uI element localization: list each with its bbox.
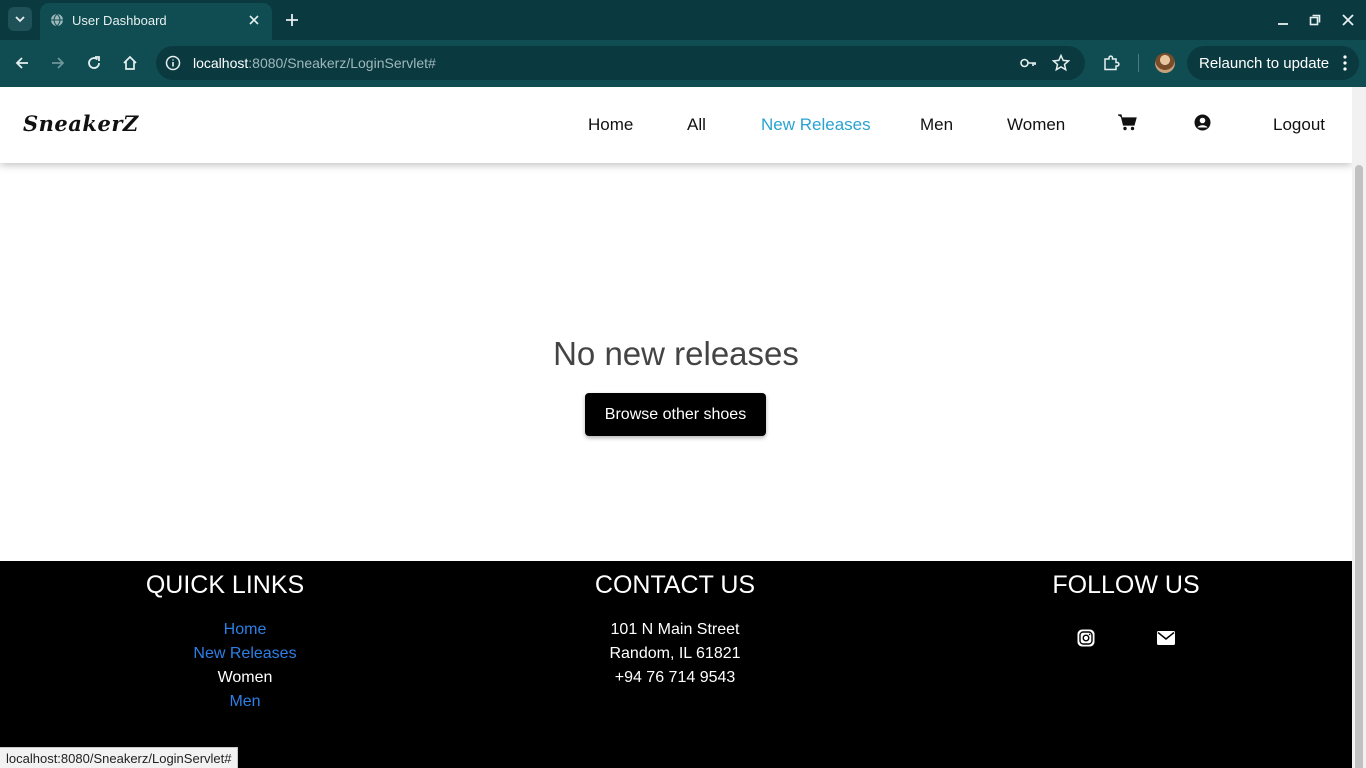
footer-link-new-releases[interactable]: New Releases xyxy=(145,645,345,663)
mail-icon[interactable] xyxy=(1156,628,1176,648)
globe-icon xyxy=(51,13,63,27)
url-host: localhost xyxy=(193,55,249,71)
relaunch-label: Relaunch to update xyxy=(1199,54,1330,72)
status-bar-url: localhost:8080/Sneakerz/LoginServlet# xyxy=(0,747,239,768)
minimize-icon[interactable] xyxy=(1273,10,1293,30)
nav-new-releases[interactable]: New Releases xyxy=(761,115,871,135)
password-key-icon[interactable] xyxy=(1019,54,1037,72)
forward-arrow-icon[interactable] xyxy=(47,52,69,74)
extensions-puzzle-icon[interactable] xyxy=(1100,52,1122,74)
contact-address-line1: 101 N Main Street xyxy=(610,621,740,638)
nav-women[interactable]: Women xyxy=(1007,115,1065,135)
nav-logout[interactable]: Logout xyxy=(1273,115,1325,135)
tab-title: User Dashboard xyxy=(72,13,167,28)
url-text: localhost:8080/Sneakerz/LoginServlet# xyxy=(193,55,436,71)
browser-toolbar: localhost:8080/Sneakerz/LoginServlet# Re… xyxy=(0,40,1366,87)
site-logo[interactable]: SneakerZ xyxy=(23,111,139,136)
toolbar-divider xyxy=(1138,54,1139,72)
footer-link-home[interactable]: Home xyxy=(145,621,345,639)
quick-links-title: QUICK LINKS xyxy=(145,571,305,599)
new-tab-icon[interactable] xyxy=(282,10,302,30)
url-path: :8080/Sneakerz/LoginServlet# xyxy=(248,55,436,71)
footer-link-women[interactable]: Women xyxy=(145,669,345,687)
site-header: SneakerZ Home All New Releases Men Women… xyxy=(0,87,1352,163)
web-page: SneakerZ Home All New Releases Men Women… xyxy=(0,87,1352,768)
home-icon[interactable] xyxy=(119,52,141,74)
nav-men[interactable]: Men xyxy=(920,115,953,135)
bookmark-star-icon[interactable] xyxy=(1052,54,1070,72)
restore-icon[interactable] xyxy=(1305,10,1325,30)
nav-home[interactable]: Home xyxy=(588,115,633,135)
contact-address-line2: Random, IL 61821 xyxy=(609,645,741,662)
chevron-down-icon xyxy=(15,16,25,23)
empty-state-heading: No new releases xyxy=(553,335,799,372)
footer-link-men[interactable]: Men xyxy=(145,693,345,711)
site-info-icon[interactable] xyxy=(165,55,181,71)
instagram-icon[interactable] xyxy=(1076,628,1096,648)
user-account-icon[interactable] xyxy=(1192,112,1212,132)
follow-us-title: FOLLOW US xyxy=(1052,571,1200,599)
page-scrollbar[interactable] xyxy=(1352,87,1366,768)
profile-avatar[interactable] xyxy=(1155,53,1175,73)
address-bar[interactable]: localhost:8080/Sneakerz/LoginServlet# xyxy=(156,46,1085,80)
more-vertical-icon xyxy=(1343,55,1347,71)
browser-tab-strip: User Dashboard xyxy=(0,0,1366,40)
reload-icon[interactable] xyxy=(83,52,105,74)
browser-tab-active[interactable]: User Dashboard xyxy=(40,3,272,40)
back-arrow-icon[interactable] xyxy=(11,52,33,74)
browse-other-shoes-button[interactable]: Browse other shoes xyxy=(585,393,766,436)
close-window-icon[interactable] xyxy=(1338,10,1358,30)
scrollbar-thumb[interactable] xyxy=(1355,165,1363,768)
nav-all[interactable]: All xyxy=(687,115,706,135)
close-tab-icon[interactable] xyxy=(244,10,264,30)
contact-us-title: CONTACT US xyxy=(594,571,756,599)
relaunch-update-button[interactable]: Relaunch to update xyxy=(1187,46,1359,80)
site-footer: QUICK LINKS Home New Releases Women Men … xyxy=(0,561,1352,768)
cart-icon[interactable] xyxy=(1117,112,1137,132)
tab-search-button[interactable] xyxy=(8,7,32,31)
contact-phone: +94 76 714 9543 xyxy=(614,669,736,686)
